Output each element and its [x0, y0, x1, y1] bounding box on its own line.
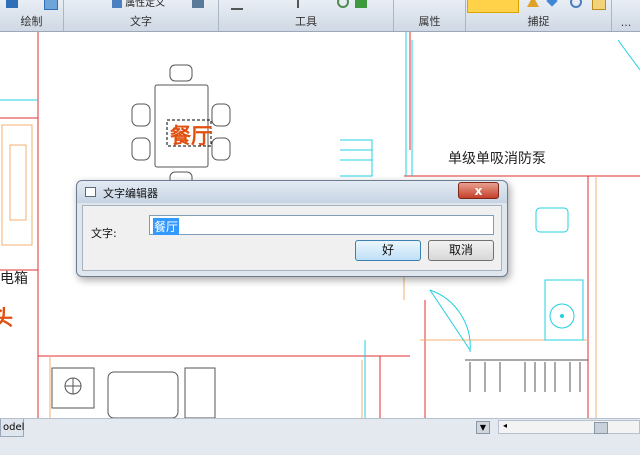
snap-toggle-button[interactable] [467, 0, 519, 13]
panel-more: ... [612, 0, 640, 31]
close-button[interactable]: x [458, 182, 499, 199]
tab-model[interactable]: odel [0, 419, 24, 437]
attribute-icon [112, 0, 122, 8]
table-icon[interactable] [44, 0, 58, 10]
measure-icon[interactable] [231, 0, 243, 10]
left-red-label: 头 [0, 305, 13, 330]
horizontal-scrollbar[interactable]: ◂ [498, 420, 640, 434]
grid-icon[interactable] [6, 0, 18, 8]
layout-tab-bar: odel ▼ ◂ [0, 418, 640, 455]
text-input[interactable]: 餐厅 [149, 215, 494, 235]
pump-label: 单级单吸消防泵 [448, 151, 546, 167]
dialog-title: 文字编辑器 [103, 187, 158, 200]
text-input-value: 餐厅 [153, 218, 180, 235]
panel-label-snap: 捕捉 [527, 15, 550, 28]
electric-box-label: 电箱 [0, 271, 28, 287]
panel-label-tools: 工具 [295, 15, 317, 28]
text-edit-icon[interactable] [192, 0, 204, 8]
ribbon: 绘制 属性定义 文字 工具 属性 捕捉 ... [0, 0, 640, 32]
panel-text: 属性定义 文字 [64, 0, 219, 31]
dialog-titlebar[interactable]: 文字编辑器 x [77, 181, 507, 203]
room-label-dining[interactable]: 餐厅 [170, 120, 212, 150]
scroll-left-icon[interactable]: ◂ [503, 421, 507, 430]
triangle-snap-icon[interactable] [527, 0, 539, 7]
export-icon[interactable] [355, 0, 367, 8]
window-icon [85, 187, 96, 197]
panel-draw: 绘制 [0, 0, 64, 31]
ok-button[interactable]: 好 [355, 240, 421, 261]
panel-label-draw: 绘制 [20, 15, 43, 28]
attribute-definition-button[interactable]: 属性定义 [112, 0, 165, 9]
chevron-down-icon[interactable]: ▼ [476, 421, 490, 434]
cancel-button[interactable]: 取消 [428, 240, 494, 261]
dialog-body: 文字: 餐厅 好 取消 [82, 205, 502, 271]
panel-properties: 属性 [394, 0, 466, 31]
text-editor-dialog: 文字编辑器 x 文字: 餐厅 好 取消 [76, 180, 508, 277]
panel-tools: 工具 [219, 0, 394, 31]
panel-label-text: 文字 [130, 15, 152, 28]
scroll-thumb[interactable] [594, 422, 608, 434]
line-snap-icon[interactable] [592, 0, 606, 10]
panel-label-more: ... [620, 16, 632, 29]
query-icon[interactable] [297, 0, 311, 8]
text-field-label: 文字: [91, 227, 117, 240]
reload-icon[interactable] [337, 0, 349, 8]
panel-label-properties: 属性 [418, 15, 441, 28]
